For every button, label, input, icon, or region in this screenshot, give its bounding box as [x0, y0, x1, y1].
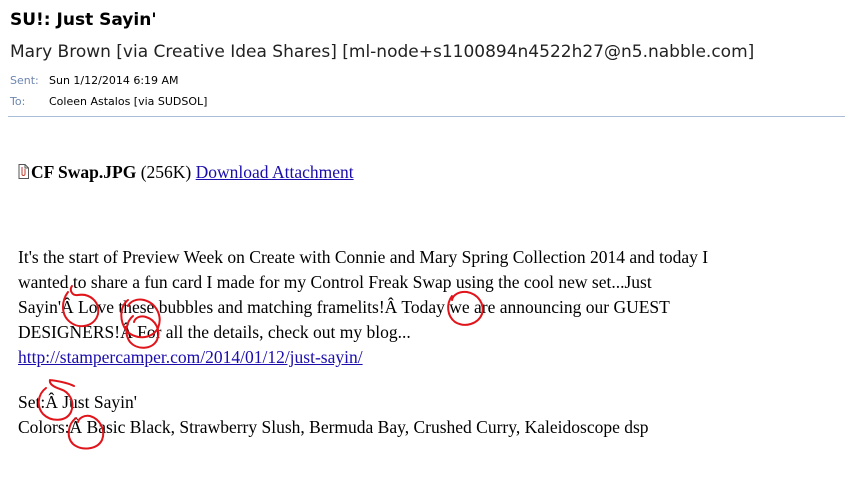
blog-link[interactable]: http://stampercamper.com/2014/01/12/just…: [18, 347, 363, 367]
sent-label: Sent:: [10, 74, 39, 87]
set-line: Set:Â Just Sayin': [18, 392, 137, 412]
sent-value: Sun 1/12/2014 6:19 AM: [49, 74, 179, 87]
message-body: It's the start of Preview Week on Create…: [18, 245, 833, 370]
body-line: Sayin'Â Love these bubbles and matching …: [18, 297, 670, 317]
sender-name[interactable]: Mary Brown [via Creative Idea Shares] [m…: [10, 42, 754, 62]
body-line: wanted to share a fun card I made for my…: [18, 272, 652, 292]
email-reading-pane: SU!: Just Sayin' Mary Brown [via Creativ…: [0, 0, 845, 494]
attachment-icon[interactable]: [18, 162, 29, 179]
colors-line: Colors:Â Basic Black, Strawberry Slush, …: [18, 417, 649, 437]
attachment-filename: CF Swap.JPG: [31, 162, 137, 182]
attachment-row: CF Swap.JPG (256K) Download Attachment: [18, 161, 354, 183]
download-attachment-link[interactable]: Download Attachment: [196, 162, 354, 182]
body-line: DESIGNERS!Â For all the details, check o…: [18, 322, 411, 342]
attachment-size: (256K): [140, 162, 192, 182]
body-line: It's the start of Preview Week on Create…: [18, 247, 709, 267]
header-separator: [8, 116, 845, 117]
message-subject: SU!: Just Sayin': [10, 10, 157, 30]
recipient[interactable]: Coleen Astalos [via SUDSOL]: [49, 95, 207, 108]
to-label: To:: [10, 95, 26, 108]
product-details: Set:Â Just Sayin' Colors:Â Basic Black, …: [18, 390, 649, 440]
message-header: SU!: Just Sayin' Mary Brown [via Creativ…: [0, 0, 845, 117]
